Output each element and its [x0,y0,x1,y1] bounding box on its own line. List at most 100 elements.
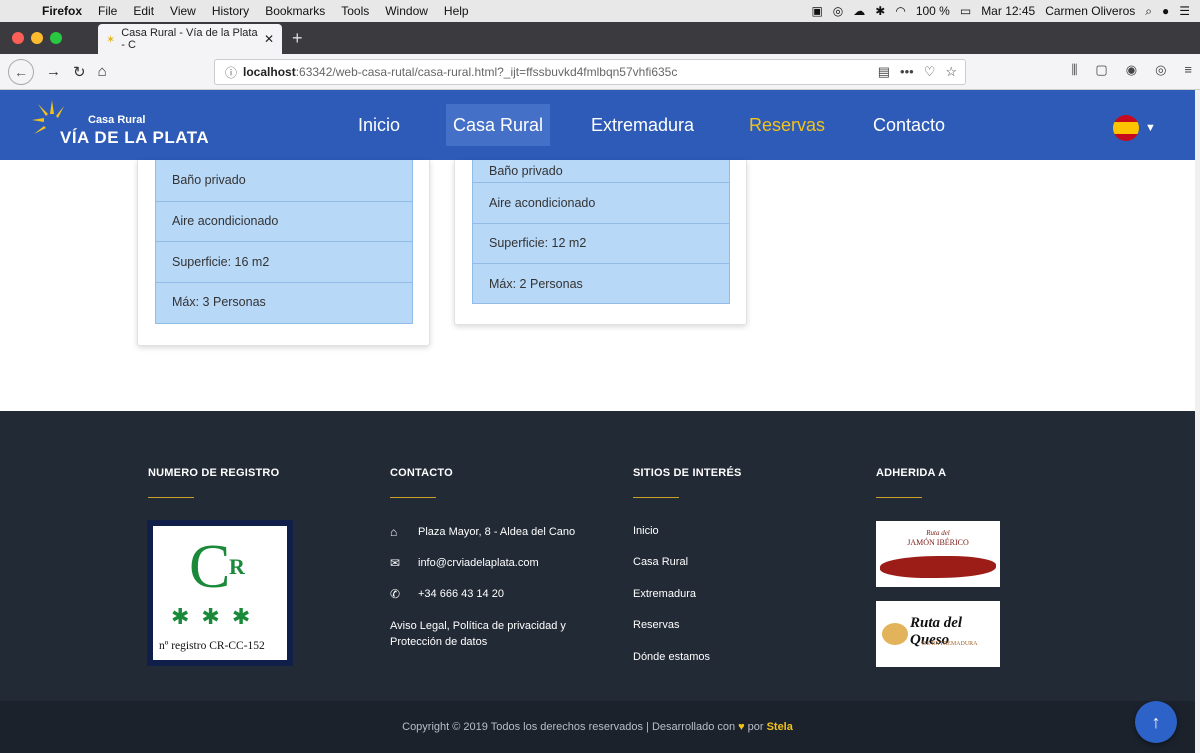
envelope-icon: ✉ [390,556,401,570]
menu-file[interactable]: File [98,4,117,18]
home-button[interactable]: ⌂ [98,63,107,80]
wifi-icon[interactable]: ◠ [895,4,905,18]
bookmark-star-icon[interactable]: ☆ [945,64,957,80]
footer-link-casa-rural[interactable]: Casa Rural [633,556,688,568]
nav-extremadura[interactable]: Extremadura [584,104,701,146]
site-footer: NUMERO DE REGISTRO CONTACTO SITIOS DE IN… [0,411,1195,701]
minimize-window-button[interactable] [31,32,43,44]
mac-menubar: Firefox File Edit View History Bookmarks… [0,0,1200,22]
menu-app-name[interactable]: Firefox [42,4,82,18]
language-caret-icon[interactable]: ▼ [1145,122,1156,134]
account-icon[interactable]: ◎ [1155,62,1166,78]
room-feature: Superficie: 16 m2 [156,241,412,282]
close-window-button[interactable] [12,32,24,44]
bluetooth-icon[interactable]: ✱ [875,4,885,18]
footer-link-donde-estamos[interactable]: Dónde estamos [633,651,710,663]
room-features-2: Baño privado Aire acondicionado Superfic… [472,160,730,304]
logo-line1: Casa Rural [88,114,146,126]
registro-badge: C CR R ✱✱✱ nº registro CR-CC-152 [147,520,293,666]
contact-phone[interactable]: ✆ +34 666 43 14 20 [390,587,504,601]
nav-inicio[interactable]: Inicio [351,104,407,146]
menubar-status-area: ▣ ◎ ☁ ✱ ◠ 100 % ▭ Mar 12:45 Carmen Olive… [811,0,1190,22]
badge-number: nº registro CR-CC-152 [159,640,265,652]
phone-text[interactable]: +34 666 43 14 20 [418,588,504,600]
menu-window[interactable]: Window [385,4,428,18]
jamon-logo-small: Ruta del [926,529,950,537]
pocket-save-icon[interactable]: ♡ [924,64,936,80]
reload-button[interactable]: ↻ [73,63,86,81]
contact-address: ⌂ Plaza Mayor, 8 - Aldea del Cano [390,525,575,539]
battery-percent[interactable]: 100 % [916,4,950,18]
window-controls [12,32,62,44]
forward-button[interactable]: → [46,63,61,80]
logo-line2: VÍA DE LA PLATA [60,128,210,147]
menu-view[interactable]: View [170,4,196,18]
address-bar[interactable]: ⓘ localhost :63342/web-casa-rutal/casa-r… [214,59,966,85]
heart-icon: ♥ [738,721,745,733]
heading-underline [148,497,194,498]
extension-icon[interactable]: ◉ [1126,62,1137,78]
heading-underline [390,497,436,498]
footer-heading-adherida: ADHERIDA A [876,467,947,479]
sidebar-icon[interactable]: ▢ [1095,62,1107,78]
ruta-jamon-logo[interactable]: Ruta del JAMÓN IBÉRICO [876,521,1000,587]
menu-edit[interactable]: Edit [133,4,154,18]
page-scrollbar[interactable] [1195,90,1200,753]
browser-tab[interactable]: ✶ Casa Rural - Vía de la Plata - C ✕ [98,24,282,54]
page-actions-button[interactable]: ••• [900,64,914,80]
nav-contacto[interactable]: Contacto [866,104,952,146]
ruta-queso-logo[interactable]: Ruta del Queso DE EXTREMADURA [876,601,1000,667]
clock[interactable]: Mar 12:45 [981,4,1035,18]
nav-casa-rural[interactable]: Casa Rural [446,104,551,146]
cloud-icon[interactable]: ☁ [853,4,865,18]
menu-help[interactable]: Help [444,4,469,18]
developer-link[interactable]: Stela [767,721,793,733]
copyright-text: Copyright © 2019 Todos los derechos rese… [402,721,736,733]
room-feature: Máx: 3 Personas [156,281,412,323]
zoom-window-button[interactable] [50,32,62,44]
copyright-text-wrap: Copyright © 2019 Todos los derechos rese… [0,701,1195,753]
home-icon: ⌂ [390,525,398,539]
back-button[interactable]: ← [8,58,34,85]
footer-link-extremadura[interactable]: Extremadura [633,588,696,600]
spain-flag-icon[interactable] [1113,115,1139,141]
footer-col-adherida: ADHERIDA A [876,467,946,498]
menu-history[interactable]: History [212,4,249,18]
jamon-logo-text: JAMÓN IBÉRICO [907,538,969,547]
footer-link-reservas[interactable]: Reservas [633,619,679,631]
footer-link-inicio[interactable]: Inicio [633,525,659,537]
battery-icon[interactable]: ▭ [960,4,971,18]
room-feature: Baño privado [489,164,563,178]
room-feature: Superficie: 12 m2 [473,222,729,264]
footer-col-sitios: SITIOS DE INTERÉS [633,467,742,498]
legal-link[interactable]: Aviso Legal, Política de privacidad y Pr… [390,618,590,650]
badge-r-letter: R [229,554,245,579]
browser-toolbar: ← → ↻ ⌂ ⓘ localhost :63342/web-casa-ruta… [0,54,1200,90]
room-feature: Máx: 2 Personas [473,263,729,303]
email-text[interactable]: info@crviadelaplata.com [418,557,539,569]
favicon-icon: ✶ [106,33,116,46]
user-name[interactable]: Carmen Oliveros [1045,4,1135,18]
main-content: Baño privado Aire acondicionado Superfic… [0,160,1195,410]
scroll-to-top-button[interactable]: ↑ [1135,701,1177,743]
menu-tools[interactable]: Tools [341,4,369,18]
notification-center-icon[interactable]: ☰ [1179,4,1190,18]
pocket-icon[interactable]: ▣ [811,4,822,18]
menu-bookmarks[interactable]: Bookmarks [265,4,325,18]
creative-cloud-icon[interactable]: ◎ [833,4,843,18]
hamburger-menu-icon[interactable]: ≡ [1184,62,1192,78]
nav-reservas[interactable]: Reservas [742,104,832,146]
spotlight-icon[interactable]: ⌕ [1145,4,1152,19]
new-tab-button[interactable]: + [292,28,303,49]
close-tab-icon[interactable]: ✕ [264,32,274,46]
tab-title: Casa Rural - Vía de la Plata - C [121,27,258,51]
siri-icon[interactable]: ● [1162,4,1169,18]
phone-icon: ✆ [390,587,401,601]
site-info-icon[interactable]: ⓘ [225,64,237,81]
footer-col-contacto: CONTACTO [390,467,453,498]
site-logo[interactable]: Casa Rural VÍA DE LA PLATA [30,100,210,150]
contact-email[interactable]: ✉ info@crviadelaplata.com [390,556,539,570]
library-icon[interactable]: ⫼ [1071,62,1077,78]
toolbar-icons: ⫼ ▢ ◉ ◎ ≡ [1071,62,1192,78]
reader-view-icon[interactable]: ▤ [878,64,890,80]
